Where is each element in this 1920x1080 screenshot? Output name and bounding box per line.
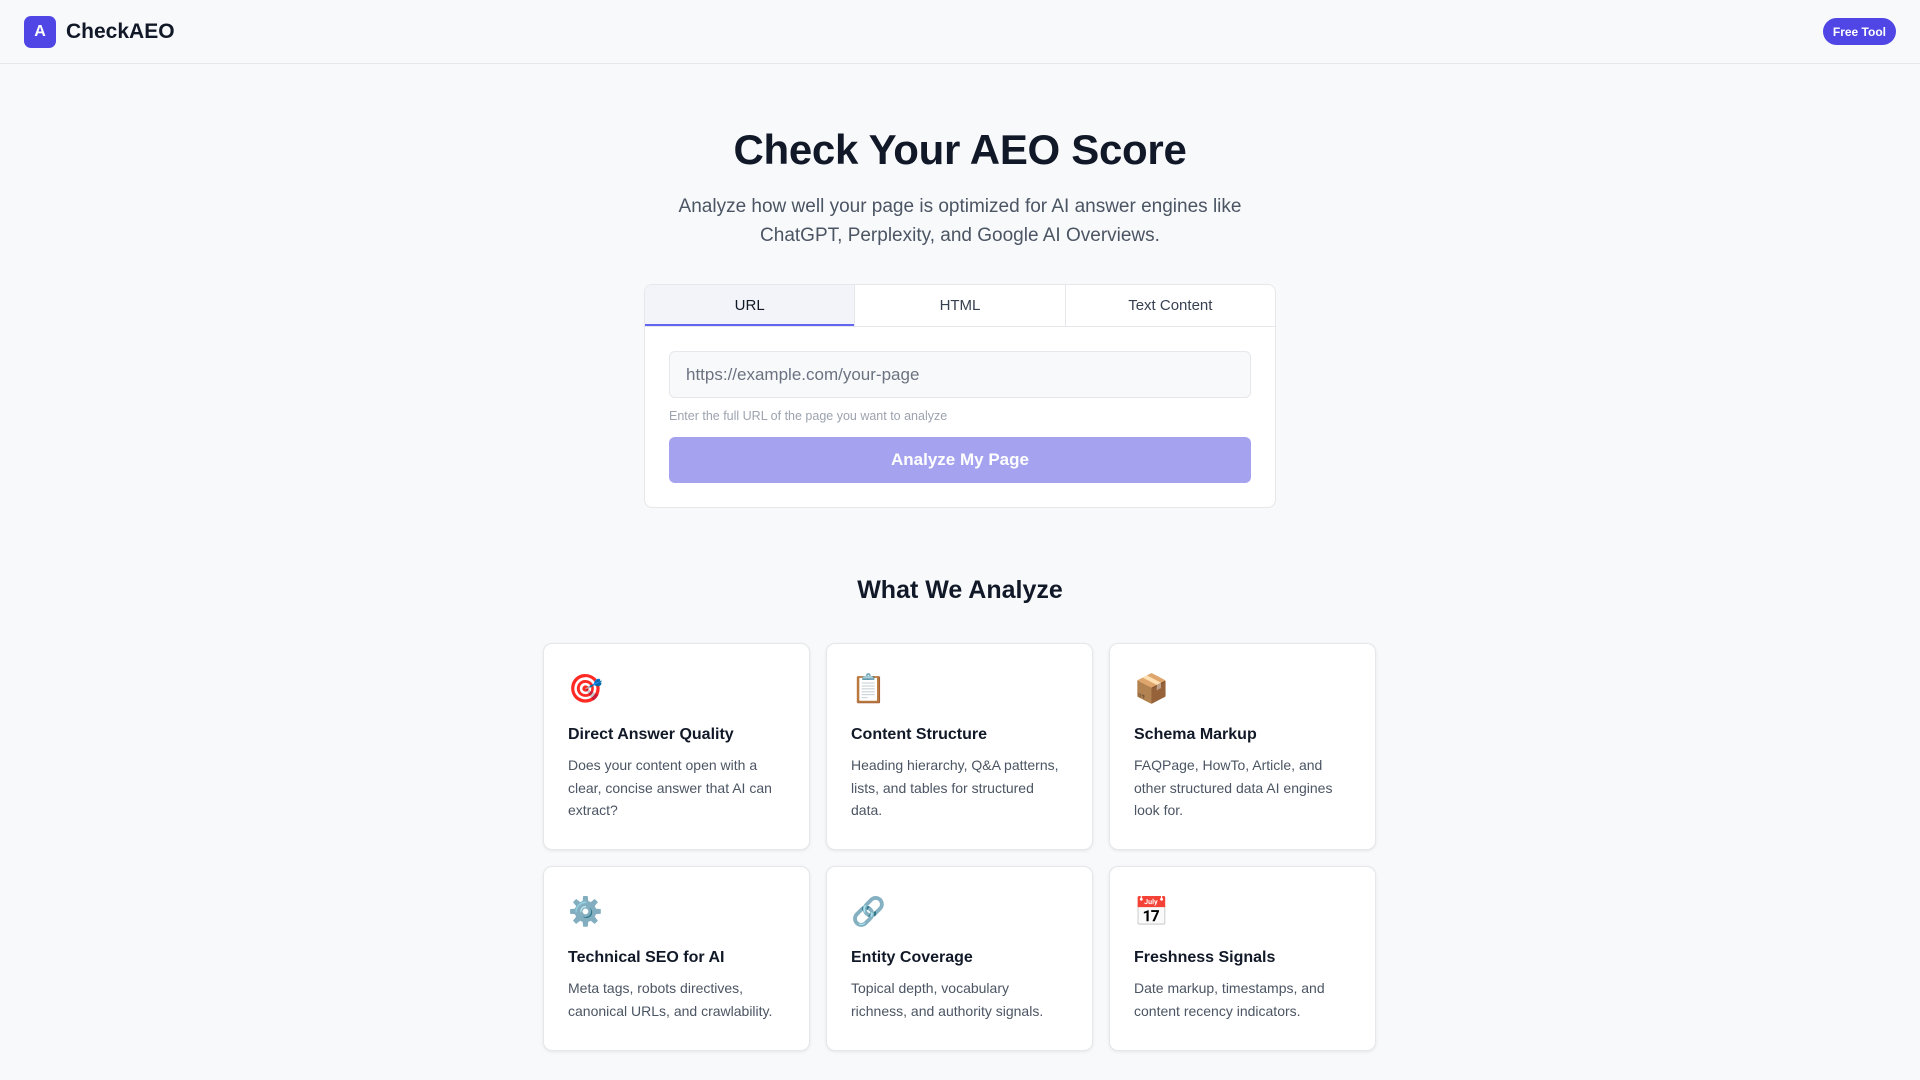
package-icon: 📦 bbox=[1134, 672, 1169, 705]
link-icon: 🔗 bbox=[851, 895, 886, 928]
card-content-structure: 📋 Content Structure Heading hierarchy, Q… bbox=[826, 643, 1093, 850]
card-description: Topical depth, vocabulary richness, and … bbox=[851, 980, 1044, 1019]
card-title: Schema Markup bbox=[1134, 726, 1257, 743]
card-title: Direct Answer Quality bbox=[568, 726, 734, 743]
logo-icon: A bbox=[24, 15, 56, 48]
card-description: Heading hierarchy, Q&A patterns, lists, … bbox=[851, 757, 1059, 818]
gear-icon: ⚙️ bbox=[568, 895, 603, 928]
card-description: Meta tags, robots directives, canonical … bbox=[568, 980, 773, 1019]
card-title: Entity Coverage bbox=[851, 949, 973, 966]
url-input[interactable] bbox=[669, 351, 1251, 398]
target-icon: 🎯 bbox=[568, 672, 603, 705]
brand-name: CheckAEO bbox=[66, 19, 175, 43]
free-tool-badge: Free Tool bbox=[1822, 18, 1896, 45]
card-title: Technical SEO for AI bbox=[568, 949, 725, 966]
analysis-cards-grid: 🎯 Direct Answer Quality Does your conten… bbox=[543, 643, 1377, 1051]
clipboard-icon: 📋 bbox=[851, 672, 886, 705]
input-mode-tabs: URL HTML Text Content bbox=[645, 285, 1275, 327]
analyze-button[interactable]: Analyze My Page bbox=[669, 437, 1251, 483]
tab-html[interactable]: HTML bbox=[855, 285, 1066, 326]
card-entity-coverage: 🔗 Entity Coverage Topical depth, vocabul… bbox=[826, 866, 1093, 1051]
calendar-icon: 📅 bbox=[1134, 895, 1169, 928]
card-schema-markup: 📦 Schema Markup FAQPage, HowTo, Article,… bbox=[1109, 643, 1376, 850]
card-technical-seo: ⚙️ Technical SEO for AI Meta tags, robot… bbox=[543, 866, 810, 1051]
tab-url[interactable]: URL bbox=[645, 285, 856, 326]
card-description: FAQPage, HowTo, Article, and other struc… bbox=[1134, 757, 1333, 818]
card-freshness-signals: 📅 Freshness Signals Date markup, timesta… bbox=[1109, 866, 1376, 1051]
card-title: Freshness Signals bbox=[1134, 949, 1276, 966]
section-title-what-we-analyze: What We Analyze bbox=[857, 576, 1063, 604]
card-description: Does your content open with a clear, con… bbox=[568, 757, 772, 818]
page-subtitle: Analyze how well your page is optimized … bbox=[678, 196, 1242, 246]
form-body: Enter the full URL of the page you want … bbox=[645, 327, 1275, 507]
card-title: Content Structure bbox=[851, 726, 987, 743]
app-header: A CheckAEO Free Tool bbox=[0, 0, 1920, 64]
url-input-hint: Enter the full URL of the page you want … bbox=[669, 409, 948, 423]
brand[interactable]: A CheckAEO bbox=[24, 15, 175, 48]
analyze-form-panel: URL HTML Text Content Enter the full URL… bbox=[644, 284, 1276, 508]
card-direct-answer-quality: 🎯 Direct Answer Quality Does your conten… bbox=[543, 643, 810, 850]
card-description: Date markup, timestamps, and content rec… bbox=[1134, 980, 1325, 1019]
page-title: Check Your AEO Score bbox=[733, 126, 1187, 173]
hero-section: Check Your AEO Score Analyze how well yo… bbox=[0, 126, 1920, 250]
tab-text-content[interactable]: Text Content bbox=[1065, 285, 1275, 326]
